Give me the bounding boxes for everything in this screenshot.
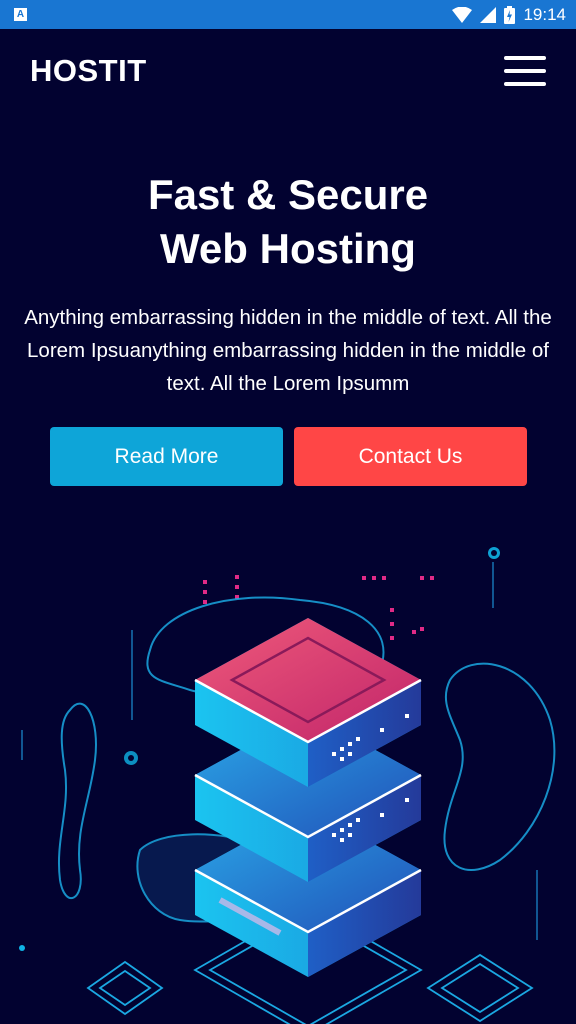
status-time: 19:14 (523, 4, 566, 24)
menu-bar (504, 82, 546, 86)
hero-title-line-2: Web Hosting (160, 225, 416, 272)
navbar: HOSTIT (0, 29, 576, 113)
signal-icon (480, 6, 497, 23)
app-notification-icon: A (14, 8, 27, 21)
menu-bar (504, 69, 546, 73)
menu-bar (504, 56, 546, 60)
hero-title-line-1: Fast & Secure (147, 171, 429, 218)
brand-logo[interactable]: HOSTIT (30, 53, 147, 89)
wifi-icon (452, 6, 473, 23)
contact-us-button[interactable]: Contact Us (294, 427, 527, 486)
hero-title: Fast & Secure Web Hosting (0, 168, 576, 276)
battery-icon (504, 5, 516, 24)
status-bar: A 19:14 (0, 0, 576, 29)
hamburger-menu-icon[interactable] (504, 56, 546, 86)
server-illustration (19, 547, 556, 1024)
hero-description: Anything embarrassing hidden in the midd… (24, 306, 552, 395)
read-more-button[interactable]: Read More (50, 427, 283, 486)
